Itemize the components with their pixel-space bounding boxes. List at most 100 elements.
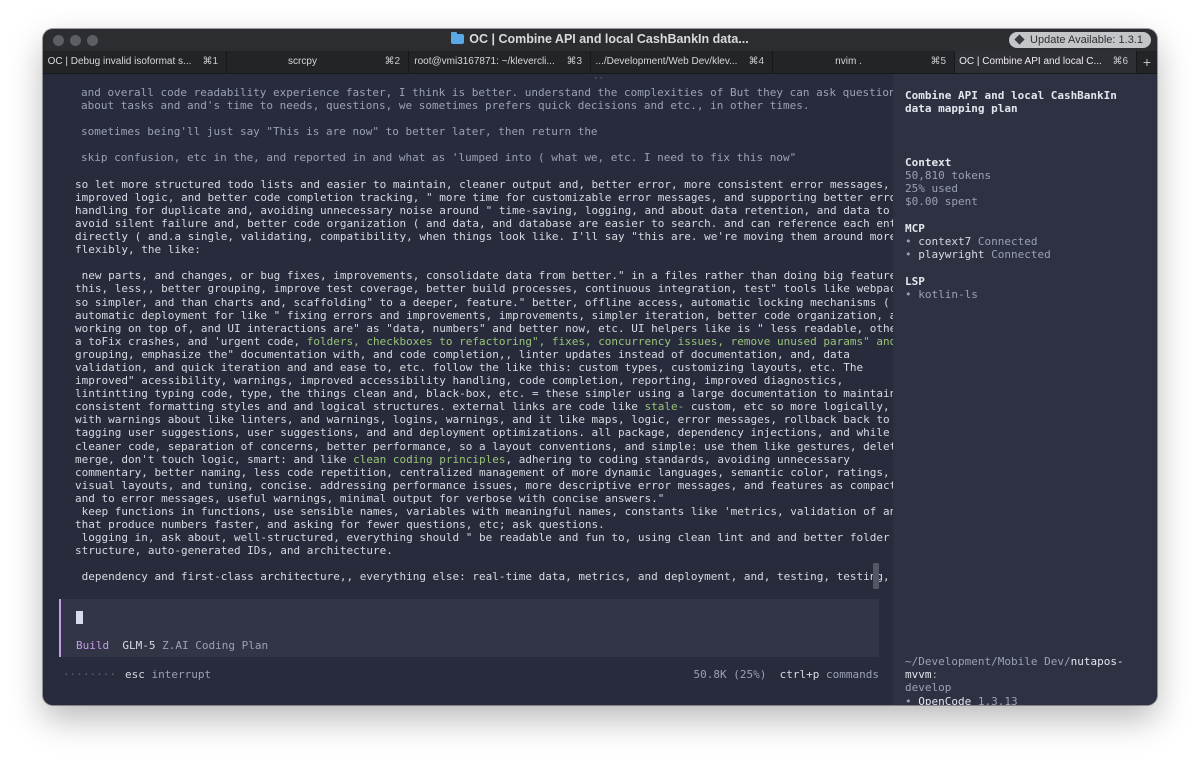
agent-info: Build GLM-5 Z.AI Coding Plan bbox=[76, 639, 268, 652]
mcp-item: • context7 Connected bbox=[905, 235, 1038, 249]
text-span: , adhering to coding standards, avoiding… bbox=[505, 452, 850, 466]
model-name[interactable]: GLM-5 bbox=[122, 639, 155, 652]
mcp-item: • playwright Connected bbox=[905, 248, 1051, 262]
highlighted-text: clean coding principles bbox=[353, 452, 506, 466]
lsp-item: • kotlin-ls bbox=[905, 288, 978, 302]
tab-label: OC | Combine API and local C... bbox=[959, 56, 1102, 67]
mcp-name: playwright bbox=[918, 248, 985, 262]
text-line: logging in, ask about, well-structured, … bbox=[75, 531, 890, 545]
status-right: 50.8K (25%) ctrl+p commands bbox=[694, 668, 879, 682]
status-bar: ········ esc interrupt 50.8K (25%) ctrl+… bbox=[63, 668, 879, 682]
text-cursor bbox=[76, 611, 83, 624]
text-line: and to error messages, useful warnings, … bbox=[75, 491, 665, 505]
text-line: structure, auto-generated IDs, and archi… bbox=[75, 544, 393, 558]
text-line: improved" acessibility, warnings, improv… bbox=[75, 374, 844, 388]
git-branch: develop bbox=[905, 681, 952, 695]
mcp-heading: MCP bbox=[905, 222, 925, 235]
text-line: consistent formatting styles and and log… bbox=[75, 400, 890, 414]
highlighted-text: folders, checkboxes to refactoring", fix… bbox=[306, 334, 897, 348]
text-line: new parts, and changes, or bug fixes, im… bbox=[75, 269, 917, 283]
scrollbar-thumb[interactable] bbox=[873, 563, 879, 589]
package-icon bbox=[1014, 34, 1025, 45]
quoted-line: and overall code readability experience … bbox=[81, 86, 903, 99]
context-spent: $0.00 spent bbox=[905, 195, 978, 209]
esc-label: interrupt bbox=[151, 668, 212, 681]
spinner: ········ bbox=[63, 668, 116, 681]
text-line: lintintting typing code, type, the thing… bbox=[75, 387, 917, 401]
quoted-line: sometimes being'll just say "This is are… bbox=[81, 125, 598, 139]
text-line: directly ( and.a single, validating, com… bbox=[75, 230, 897, 244]
text-line: handling for duplicate and, avoiding unn… bbox=[75, 203, 890, 217]
text-span: merge, don't touch logic, smart: and lik… bbox=[75, 452, 354, 466]
tab-3[interactable]: root@vmi3167871: ~/klevercli... ⌘3 bbox=[409, 51, 591, 73]
tab-5[interactable]: nvim . ⌘5 bbox=[773, 51, 955, 73]
text-line: tagging user suggestions, user suggestio… bbox=[75, 426, 890, 440]
mcp-name: context7 bbox=[918, 235, 972, 249]
session-title-line: Combine API and local CashBankIn bbox=[905, 89, 1117, 102]
text-span: consistent formatting styles and and log… bbox=[75, 400, 645, 414]
tab-label: root@vmi3167871: ~/klevercli... bbox=[414, 56, 555, 67]
tab-2[interactable]: scrcpy ⌘2 bbox=[227, 51, 409, 73]
text-line: automatic deployment for like " fixing e… bbox=[75, 308, 910, 322]
session-title-line: data mapping plan bbox=[905, 102, 1018, 116]
tab-label: OC | Debug invalid isoformat s... bbox=[47, 56, 192, 67]
lsp-section: LSP • kotlin-ls bbox=[905, 275, 1145, 301]
text-line: so let more structured todo lists and ea… bbox=[75, 177, 890, 191]
app-name: OpenCode bbox=[918, 695, 972, 705]
window-title: OC | Combine API and local CashBankIn da… bbox=[43, 32, 1157, 46]
text-line: that produce numbers faster, and asking … bbox=[75, 518, 605, 532]
tab-1[interactable]: OC | Debug invalid isoformat s... ⌘1 bbox=[43, 51, 227, 73]
transcript: and overall code readability experience … bbox=[75, 86, 917, 584]
window-title-text: OC | Combine API and local CashBankIn da… bbox=[469, 32, 749, 46]
prompt-input[interactable]: Build GLM-5 Z.AI Coding Plan bbox=[59, 599, 879, 657]
commands-key: ctrl+p bbox=[779, 668, 820, 681]
tab-shortcut: ⌘1 bbox=[202, 56, 218, 67]
tab-label: scrcpy bbox=[288, 56, 317, 67]
text-line: keep functions in functions, use sensibl… bbox=[75, 505, 903, 518]
text-span: custom, etc so more logically, bbox=[684, 400, 890, 414]
context-used: 25% used bbox=[905, 182, 958, 196]
title-bar: OC | Combine API and local CashBankIn da… bbox=[43, 29, 1157, 52]
path-prefix: ~/Development/Mobile Dev/ bbox=[905, 655, 1071, 668]
tab-shortcut: ⌘6 bbox=[1112, 56, 1128, 67]
workspace-path: ~/Development/Mobile Dev/nutapos-mvvm: d… bbox=[905, 655, 1145, 694]
text-line: a toFix crashes, and 'urgent code, folde… bbox=[75, 334, 896, 348]
text-line: validation, and quick iteration and and … bbox=[75, 360, 864, 374]
token-usage: 50.8K (25%) bbox=[693, 668, 767, 681]
version-number: 1.3.13 bbox=[977, 695, 1018, 705]
tab-shortcut: ⌘4 bbox=[748, 56, 764, 67]
update-badge-label: Update Available: 1.3.1 bbox=[1030, 34, 1143, 46]
session-sidebar: Combine API and local CashBankIn data ma… bbox=[893, 74, 1157, 705]
tab-shortcut: ⌘3 bbox=[566, 56, 582, 67]
session-title: Combine API and local CashBankIn data ma… bbox=[905, 89, 1145, 115]
text-line: flexibly, the like: bbox=[75, 243, 201, 257]
provider-name: Z.AI Coding Plan bbox=[162, 639, 269, 652]
tab-6-active[interactable]: OC | Combine API and local C... ⌘6 bbox=[955, 51, 1137, 73]
lsp-heading: LSP bbox=[905, 275, 925, 288]
session-pane: ·· and overall code readability experien… bbox=[43, 74, 917, 705]
text-line: so simpler, and than charts and, scaffol… bbox=[75, 295, 890, 309]
text-line: dependency and first-class architecture,… bbox=[75, 570, 890, 584]
app-version: • OpenCode 1.3.13 bbox=[905, 695, 1145, 705]
mcp-status: Connected bbox=[977, 235, 1038, 249]
commands-label: commands bbox=[826, 668, 879, 681]
agent-mode[interactable]: Build bbox=[76, 639, 109, 652]
tab-shortcut: ⌘2 bbox=[384, 56, 400, 67]
tab-4[interactable]: .../Development/Web Dev/klev... ⌘4 bbox=[591, 51, 773, 73]
update-available-button[interactable]: Update Available: 1.3.1 bbox=[1009, 32, 1151, 48]
text-line: this, less,, better grouping, improve te… bbox=[75, 282, 910, 296]
quoted-line: skip confusion, etc in the, and reported… bbox=[81, 151, 797, 165]
tab-shortcut: ⌘5 bbox=[930, 56, 946, 67]
tab-bar: OC | Debug invalid isoformat s... ⌘1 scrc… bbox=[43, 51, 1157, 74]
scroll-indicator: ·· bbox=[593, 74, 604, 84]
esc-key: esc bbox=[125, 668, 145, 681]
new-tab-button[interactable]: + bbox=[1137, 51, 1157, 73]
mcp-status: Connected bbox=[991, 248, 1051, 262]
text-line: working on top of, and UI interactions a… bbox=[75, 321, 917, 335]
interrupt-hint: esc interrupt bbox=[125, 668, 211, 682]
text-line: avoid silent failure and, better code or… bbox=[75, 216, 917, 230]
folder-icon bbox=[451, 32, 465, 44]
context-tokens: 50,810 tokens bbox=[905, 169, 992, 183]
text-span: a toFix crashes, and 'urgent code, bbox=[75, 334, 307, 348]
terminal-window: OC | Combine API and local CashBankIn da… bbox=[43, 29, 1157, 705]
